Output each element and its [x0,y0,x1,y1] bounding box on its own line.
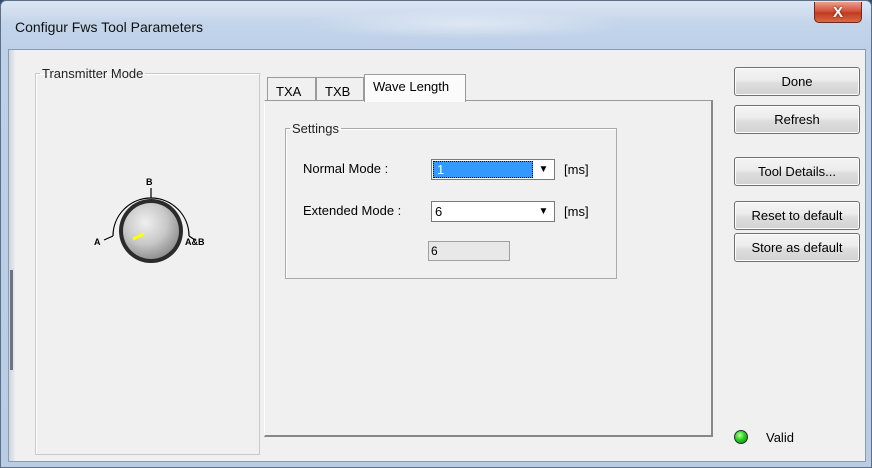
close-icon: X [832,3,843,21]
knob-label-a: A [94,237,101,247]
tab-wave-length-label: Wave Length [373,79,450,94]
normal-mode-value: 1 [433,161,533,178]
extended-mode-readout: 6 [428,241,510,261]
normal-mode-select[interactable]: 1 ▼ [431,159,555,180]
normal-mode-unit: [ms] [564,162,589,177]
tab-txb-label: TXB [325,84,351,99]
window-title: Configur Fws Tool Parameters [15,19,204,35]
extended-mode-label: Extended Mode : [303,203,402,218]
dialog-client-area: Transmitter Mode B A A&B TXA TXB Wave Le… [8,49,866,462]
settings-legend: Settings [292,121,339,136]
reset-to-default-button[interactable]: Reset to default [734,201,860,230]
tab-txa[interactable]: TXA [267,77,316,101]
transmitter-mode-legend: Transmitter Mode [42,66,144,81]
wave-length-panel: Settings Normal Mode : 1 ▼ [ms] Extended… [264,100,713,437]
transmitter-mode-knob[interactable]: B A A&B [91,161,241,271]
knob-tick-a [103,235,114,241]
extended-mode-select[interactable]: 6 ▼ [431,201,555,222]
chevron-down-icon[interactable]: ▼ [534,203,553,220]
dialog-window: Configur Fws Tool Parameters X Transmitt… [0,0,872,468]
extended-mode-unit: [ms] [564,204,589,219]
tool-details-button[interactable]: Tool Details... [734,157,860,186]
status-text: Valid [766,430,794,445]
refresh-button[interactable]: Refresh [734,105,860,134]
normal-mode-label: Normal Mode : [303,161,389,176]
transmitter-mode-group: Transmitter Mode B A A&B [35,66,260,455]
knob-label-b: B [146,177,153,187]
close-button[interactable]: X [814,2,862,23]
extended-mode-value: 6 [435,204,443,219]
knob-body [123,203,179,259]
status-led-icon [734,430,748,444]
done-button[interactable]: Done [734,67,860,96]
title-bar[interactable]: Configur Fws Tool Parameters X [1,1,871,49]
tab-txb[interactable]: TXB [316,77,364,101]
tab-txa-label: TXA [276,84,302,99]
left-edge-strip [9,50,15,461]
knob-label-ab: A&B [185,237,205,247]
chevron-down-icon[interactable]: ▼ [534,161,553,178]
tab-wave-length[interactable]: Wave Length [364,74,466,102]
store-as-default-button[interactable]: Store as default [734,233,860,262]
title-bar-glass-highlight [301,9,631,39]
